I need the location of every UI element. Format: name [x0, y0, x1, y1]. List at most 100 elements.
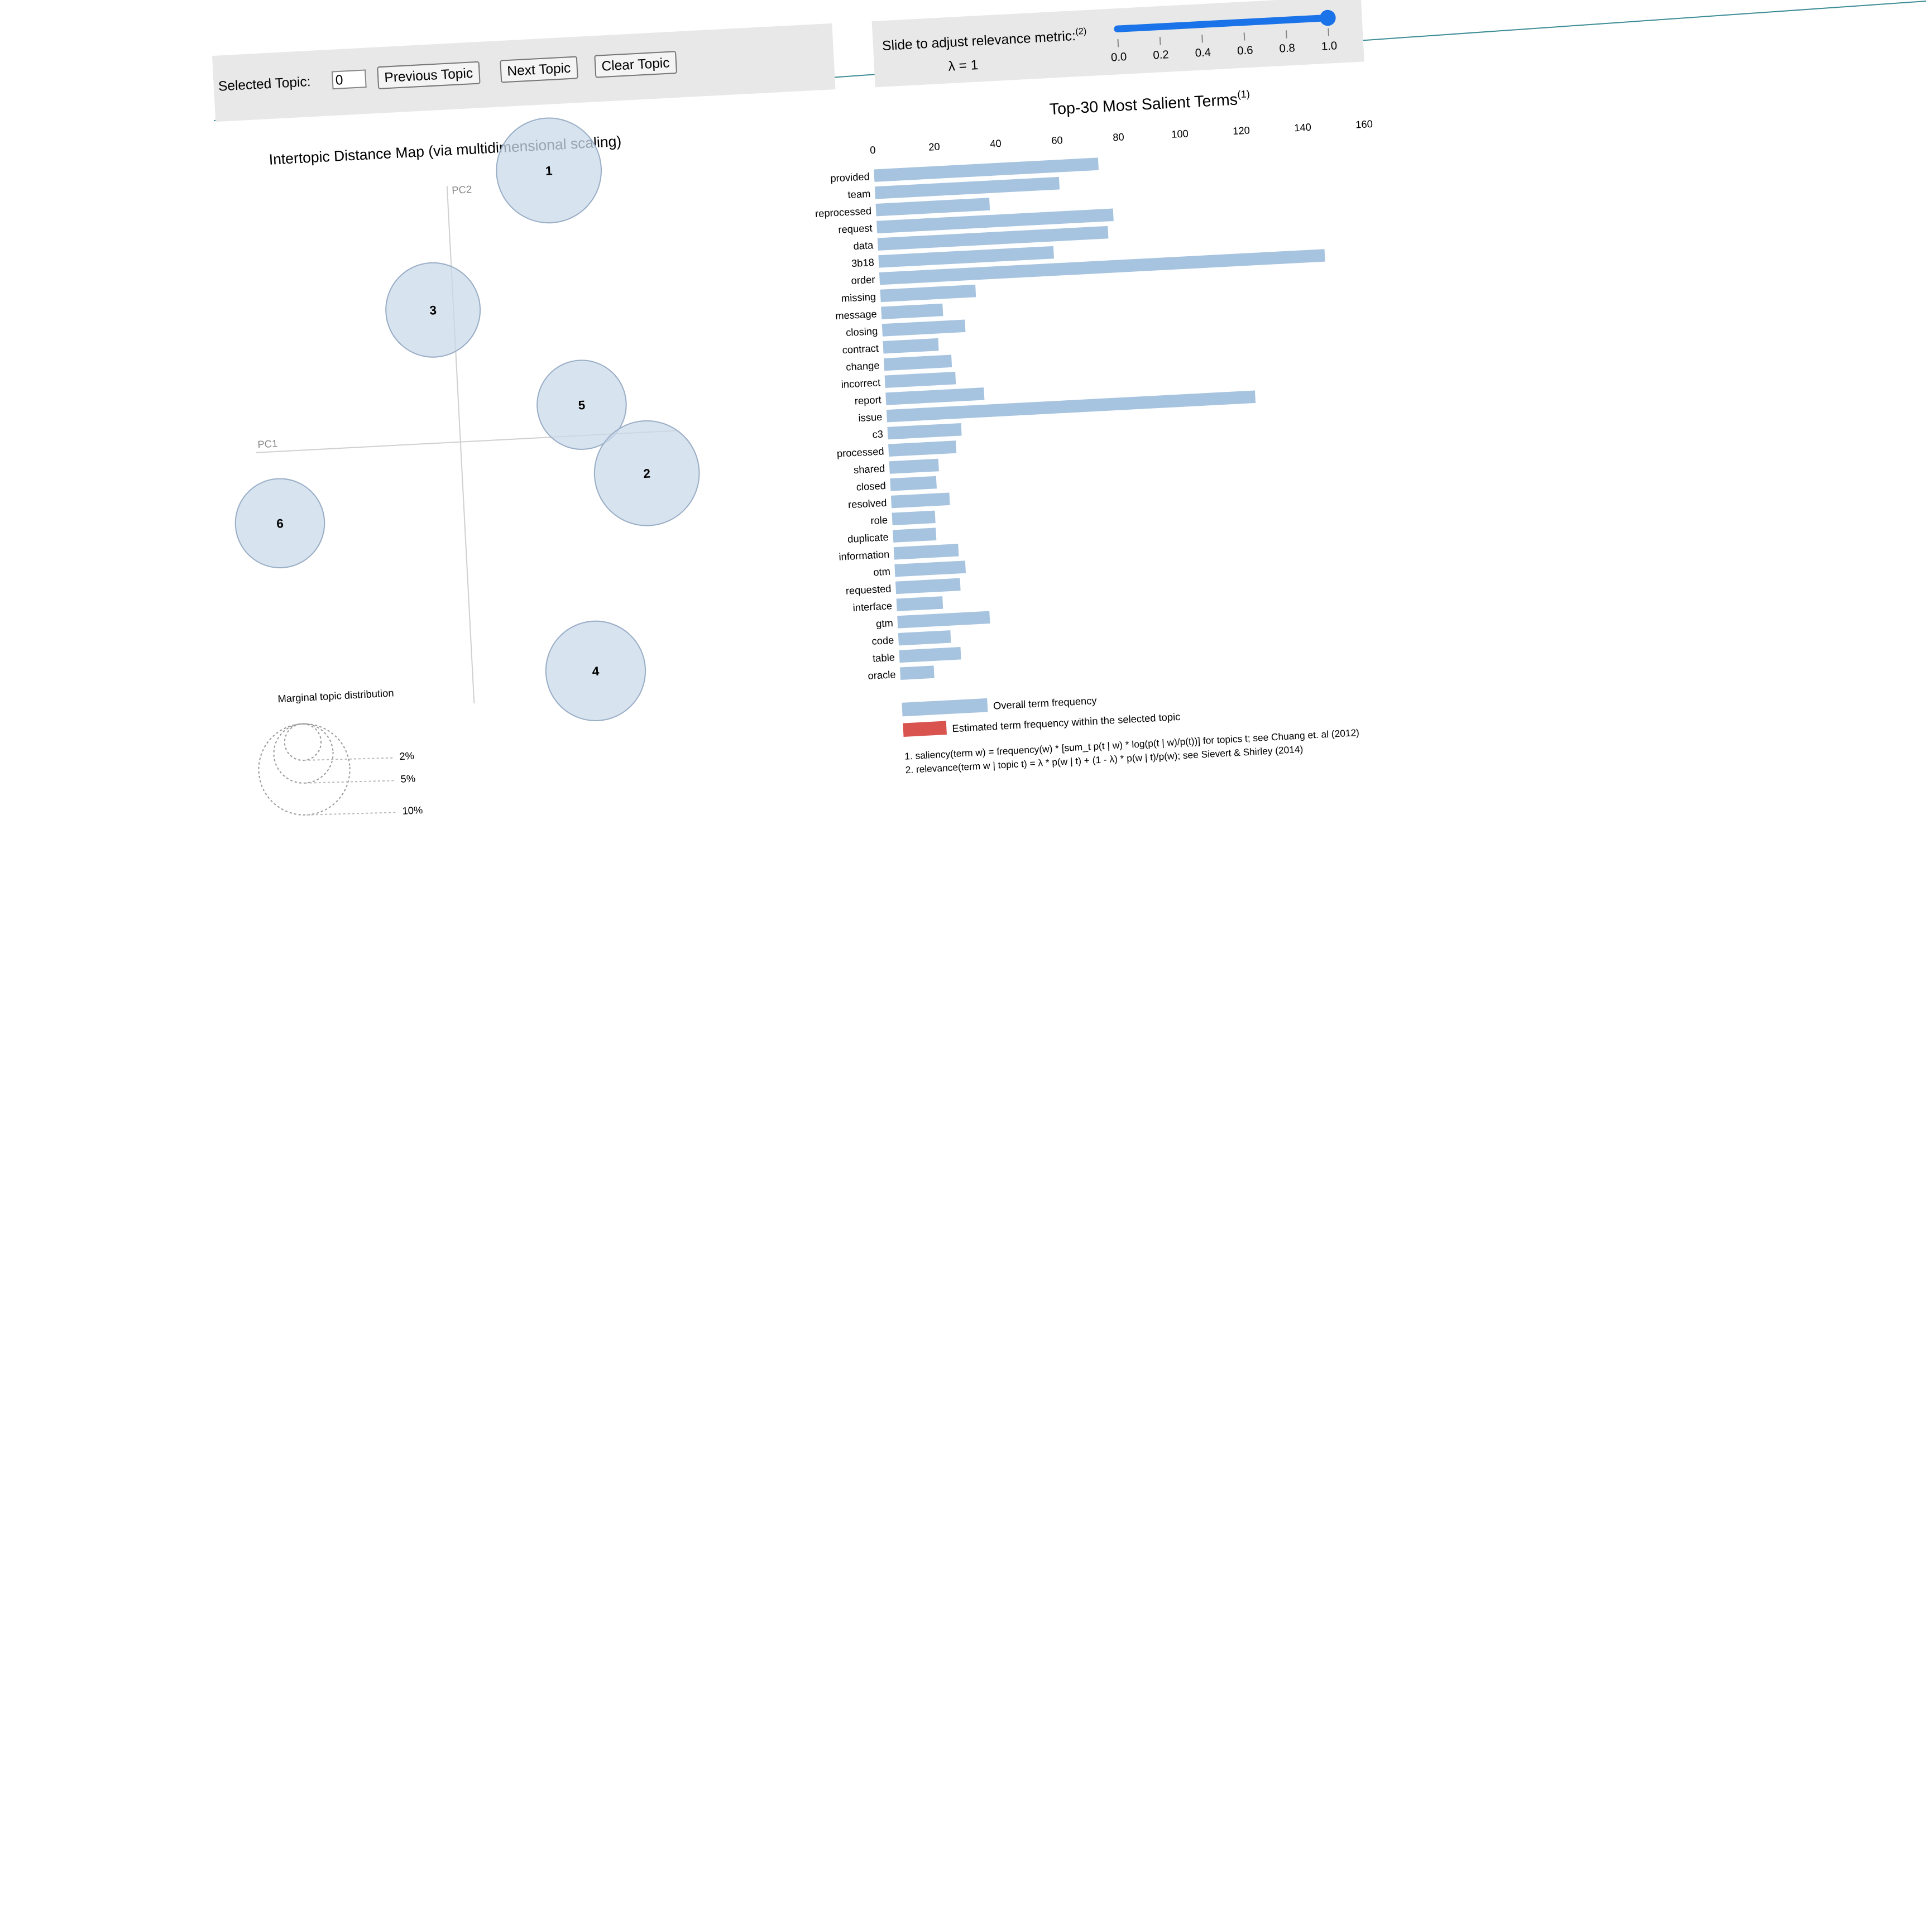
marginal-legend-leader — [306, 812, 398, 816]
topic-circle-label: 1 — [545, 164, 553, 178]
term-bar — [890, 476, 937, 491]
term-label: reprocessed — [815, 205, 872, 219]
bar-chart-title: Top-30 Most Salient Terms(1) — [1049, 88, 1251, 118]
bar-chart-title-footnote: (1) — [1237, 88, 1251, 100]
topic-circle-label: 3 — [429, 303, 437, 318]
x-tick-label: 0 — [870, 144, 876, 156]
marginal-legend-title: Marginal topic distribution — [277, 687, 394, 704]
term-bar — [899, 647, 961, 663]
term-label: order — [851, 274, 875, 286]
slider-tick — [1159, 37, 1161, 45]
marginal-legend-label: 2% — [399, 750, 415, 762]
term-bar — [878, 246, 1055, 268]
term-bar — [880, 284, 976, 303]
relevance-footnote-mark: (2) — [1075, 26, 1087, 37]
term-label: c3 — [872, 428, 883, 440]
marginal-legend-leader — [304, 757, 395, 761]
slider-tick-label: 0.0 — [1110, 51, 1127, 64]
term-label: closed — [856, 480, 886, 493]
term-label: oracle — [868, 668, 896, 682]
term-label: resolved — [848, 497, 887, 511]
bar-chart-title-text: Top-30 Most Salient Terms — [1049, 91, 1238, 119]
slider-tick-label: 0.6 — [1237, 44, 1253, 57]
slider-tick-label: 0.4 — [1195, 46, 1211, 59]
marginal-legend-label: 5% — [400, 773, 416, 785]
slider-handle[interactable] — [1319, 9, 1336, 26]
term-bar — [892, 510, 936, 526]
bar-plot-area: 0 20 40 60 80 100 120 140 160 provided team reproce… — [815, 118, 1373, 775]
term-label: message — [835, 308, 877, 322]
marginal-legend-circle — [284, 723, 322, 761]
slider-tick — [1328, 28, 1330, 36]
selected-topic-input[interactable] — [331, 69, 367, 90]
term-bar — [897, 611, 990, 629]
slider-track — [1114, 14, 1331, 32]
term-label: table — [873, 651, 895, 664]
term-label: gtm — [876, 617, 894, 630]
term-label: request — [838, 222, 873, 236]
pc2-axis — [446, 186, 475, 704]
term-label: contract — [842, 342, 879, 356]
marginal-legend-circle — [258, 723, 351, 816]
term-bar — [893, 544, 959, 560]
legend-overall-label: Overall term frequency — [993, 694, 1097, 712]
term-label: change — [846, 359, 880, 373]
x-tick-label: 20 — [928, 141, 940, 153]
topic-circle-label: 5 — [578, 398, 586, 413]
term-bar — [884, 354, 952, 371]
term-bar — [893, 528, 937, 543]
term-label: requested — [845, 583, 892, 597]
term-label: shared — [854, 462, 885, 476]
marginal-legend-circle — [273, 723, 334, 784]
term-bar — [889, 458, 939, 474]
term-bar — [896, 596, 943, 611]
slider-tick-label: 0.8 — [1279, 42, 1295, 55]
x-tick-label: 100 — [1171, 127, 1189, 140]
legend-overall-swatch — [902, 698, 988, 717]
clear-topic-button[interactable]: Clear Topic — [594, 51, 677, 78]
term-bar — [898, 630, 951, 646]
pc2-axis-label: PC2 — [452, 183, 472, 196]
slider-tick — [1285, 30, 1287, 39]
term-bar — [884, 371, 956, 388]
next-topic-button[interactable]: Next Topic — [500, 56, 578, 83]
term-label: team — [847, 188, 871, 200]
term-label: data — [853, 239, 874, 252]
term-bar — [885, 387, 985, 405]
term-bar — [890, 492, 950, 509]
salient-terms-chart: Top-30 Most Salient Terms(1) 0 20 40 60 80 10… — [815, 88, 1373, 775]
term-label: missing — [841, 291, 876, 304]
lambda-value: λ = 1 — [947, 56, 979, 74]
topic-circle-label: 2 — [643, 467, 651, 481]
x-tick-label: 140 — [1294, 121, 1312, 134]
term-bar — [887, 423, 962, 440]
term-label: role — [870, 514, 888, 526]
term-bar — [900, 665, 935, 680]
term-label: otm — [873, 565, 891, 578]
term-bar — [881, 319, 966, 337]
slider-tick — [1243, 32, 1245, 41]
term-label: interface — [852, 600, 892, 613]
x-tick-label: 80 — [1113, 131, 1124, 143]
term-label: incorrect — [841, 376, 880, 390]
slider-tick-label: 0.2 — [1153, 49, 1169, 61]
relevance-slider-track-group: 0.0 0.2 0.4 0.6 0.8 1.0 — [1110, 9, 1338, 64]
term-label: information — [839, 548, 890, 563]
term-label: closing — [846, 325, 878, 338]
term-bar — [881, 303, 943, 319]
term-label: duplicate — [847, 531, 889, 545]
pc1-axis-label: PC1 — [257, 438, 278, 450]
slider-tick-label: 1.0 — [1321, 40, 1337, 52]
term-label: report — [854, 394, 881, 406]
term-bar — [894, 560, 966, 577]
topic-circle-label: 4 — [592, 664, 600, 679]
term-label: code — [871, 634, 894, 647]
x-tick-label: 160 — [1355, 118, 1373, 131]
term-bar — [895, 578, 961, 595]
term-bar — [888, 440, 957, 457]
legend-topic-label: Estimated term frequency within the sele… — [952, 711, 1181, 734]
marginal-legend-label: 10% — [402, 804, 423, 817]
ldavis-widget: Selected Topic: Previous Topic Next Topi… — [212, 0, 1926, 1932]
marginal-legend: Marginal topic distribution 2% 5% 10% — [258, 687, 423, 817]
x-tick-label: 120 — [1233, 124, 1251, 137]
